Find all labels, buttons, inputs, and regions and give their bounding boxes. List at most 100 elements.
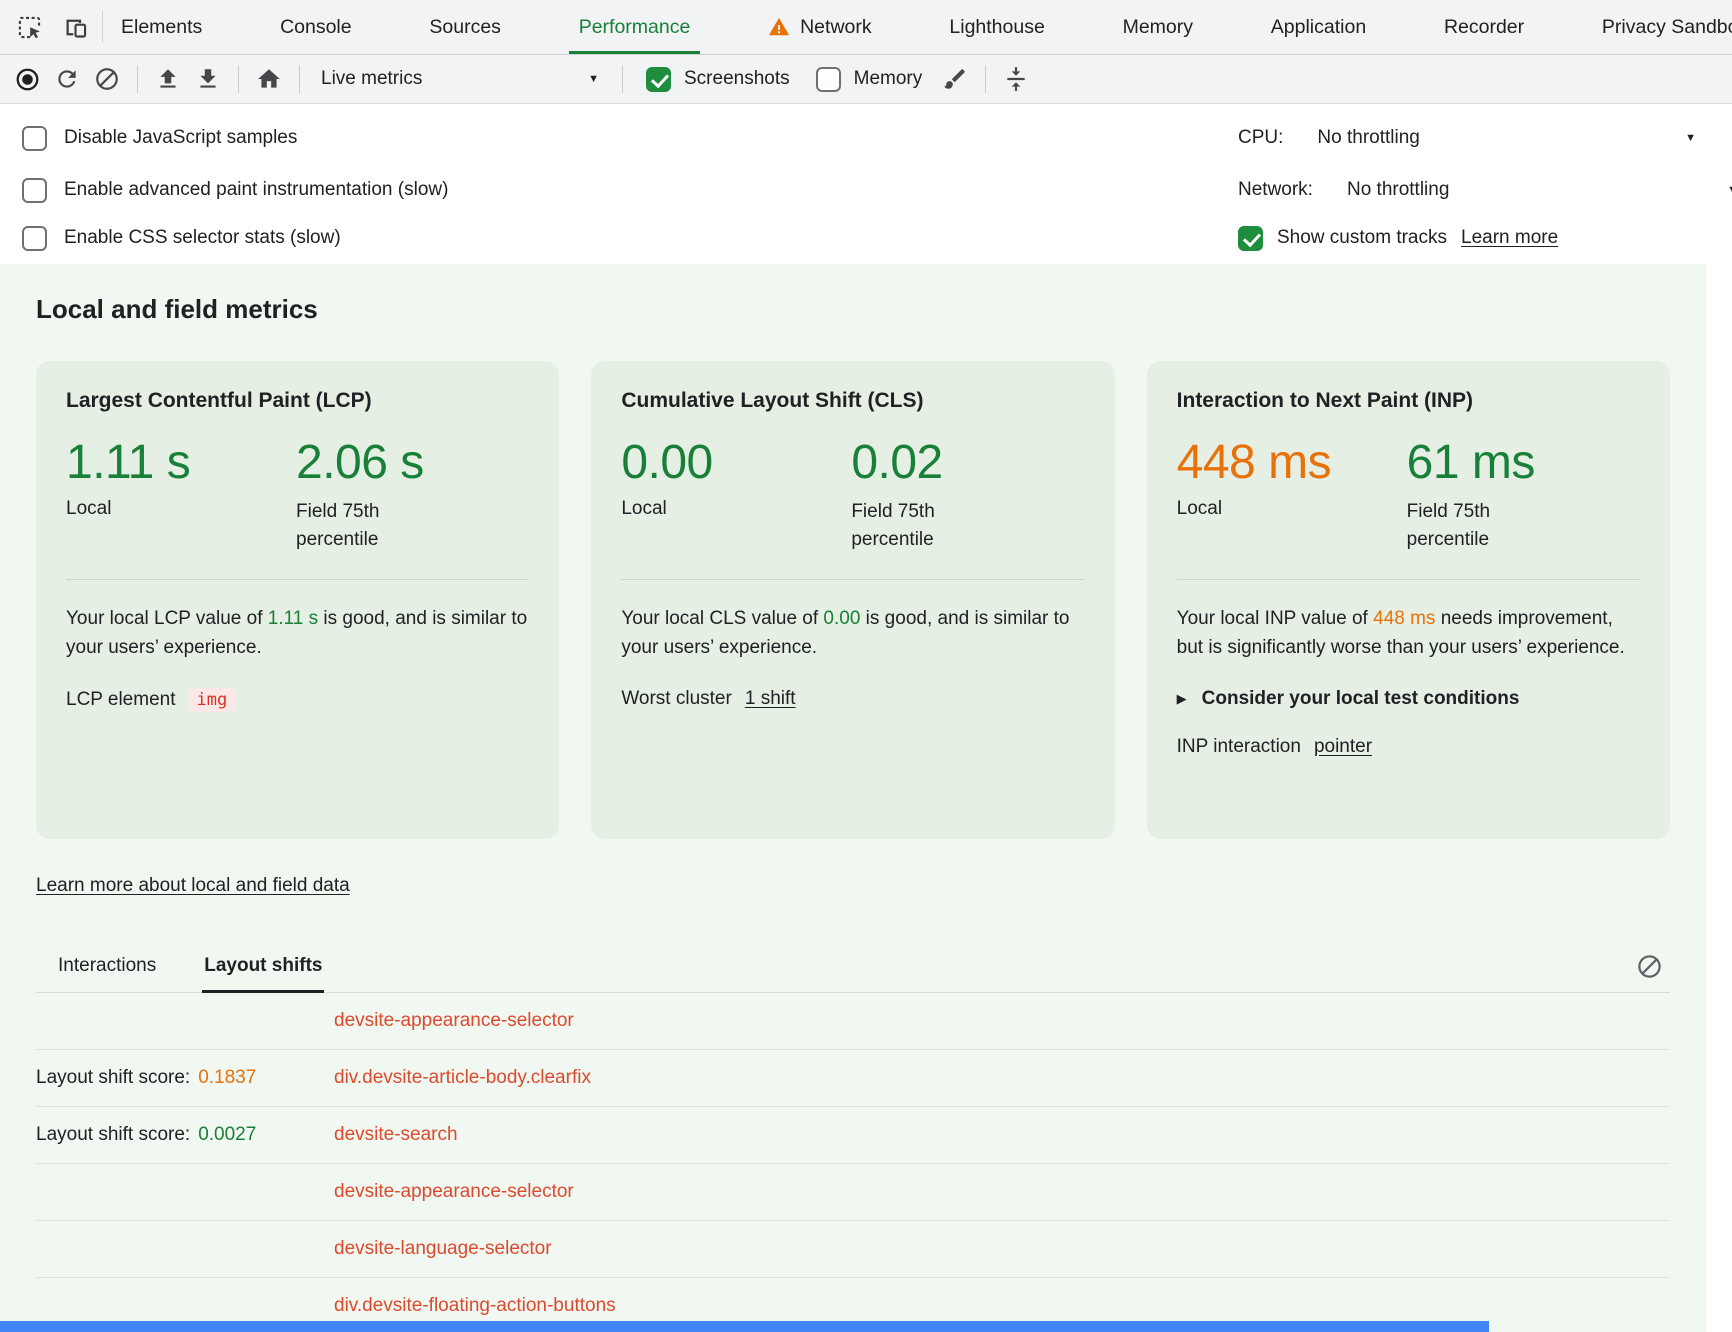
worst-cluster-row: Worst cluster 1 shift (621, 688, 1084, 710)
cls-description: Your local CLS value of 0.00 is good, an… (621, 604, 1084, 662)
tab-label: Recorder (1444, 16, 1524, 39)
screenshots-label: Screenshots (684, 68, 790, 90)
record-button[interactable] (8, 60, 46, 98)
tab-recorder[interactable]: Recorder (1434, 0, 1534, 54)
tab-label: Sources (429, 16, 501, 39)
tab-interactions[interactable]: Interactions (56, 955, 158, 992)
disable-js-samples-checkbox[interactable]: Disable JavaScript samples (22, 112, 448, 164)
tab-performance[interactable]: Performance (569, 0, 701, 54)
device-toolbar-icon (62, 14, 89, 41)
clear-log-button[interactable] (1630, 947, 1668, 985)
memory-checkbox[interactable]: Memory (804, 67, 935, 92)
tabbar-left-icons (10, 0, 102, 54)
tab-label: Interactions (58, 955, 156, 976)
divider (238, 65, 239, 93)
local-test-conditions-expander[interactable]: ▶ Consider your local test conditions (1177, 688, 1640, 710)
divider (137, 65, 138, 93)
cls-field-value: 0.02 (851, 439, 1084, 488)
node-link[interactable]: div.devsite-article-body.clearfix (334, 1067, 591, 1089)
node-link[interactable]: devsite-appearance-selector (334, 1181, 574, 1203)
throttling-column: CPU: No throttling ▼ Network: No throttl… (1238, 112, 1696, 260)
cpu-value: No throttling (1317, 127, 1419, 149)
description-text: Your local INP value of (1177, 608, 1373, 629)
page-title: Local and field metrics (36, 294, 1670, 325)
css-selector-stats-checkbox[interactable]: Enable CSS selector stats (slow) (22, 216, 448, 260)
inspect-element-button[interactable] (10, 8, 48, 46)
tab-label: Memory (1123, 16, 1193, 39)
reload-icon (54, 66, 80, 92)
tab-lighthouse[interactable]: Lighthouse (939, 0, 1054, 54)
node-link[interactable]: devsite-appearance-selector (334, 1010, 574, 1032)
layout-shift-row: Layout shift score: 0.1837 div.devsite-ar… (36, 1050, 1670, 1107)
inp-interaction-link[interactable]: pointer (1314, 736, 1372, 758)
score-cell: Layout shift score: 0.1837 (36, 1067, 334, 1089)
layout-shift-rows: devsite-appearance-selector Layout shift… (36, 993, 1670, 1332)
chevron-down-icon: ▼ (588, 74, 599, 85)
performance-toolbar: Live metrics ▼ Screenshots Memory (0, 55, 1732, 104)
lcp-element-node-link[interactable]: img (189, 688, 236, 712)
learn-more-link[interactable]: Learn more (1461, 227, 1558, 249)
tab-elements[interactable]: Elements (111, 0, 212, 54)
disclosure-triangle-icon: ▶ (1177, 692, 1187, 705)
worst-cluster-label: Worst cluster (621, 688, 732, 710)
checkbox-checked-icon (646, 67, 671, 92)
live-metrics-select[interactable]: Live metrics ▼ (311, 63, 611, 95)
garbage-collect-button[interactable] (936, 60, 974, 98)
load-profile-button[interactable] (149, 60, 187, 98)
lcp-element-label: LCP element (66, 689, 176, 711)
tab-network[interactable]: Network (758, 0, 882, 54)
field-label: Field 75th percentile (296, 498, 424, 555)
devtools-tab-strip: Elements Console Sources Performance Net… (111, 0, 1732, 54)
local-value-column: 448 ms Local (1177, 439, 1407, 555)
tab-sources[interactable]: Sources (419, 0, 511, 54)
record-icon (14, 66, 41, 93)
layout-shift-row: devsite-language-selector (36, 1221, 1670, 1278)
local-field-data-learn-more-link[interactable]: Learn more about local and field data (36, 875, 350, 897)
divider (621, 579, 1084, 580)
tab-layout-shifts[interactable]: Layout shifts (202, 955, 324, 992)
network-throttling-select[interactable]: Network: No throttling ▼ (1238, 164, 1696, 216)
score-value: 0.0027 (198, 1124, 256, 1145)
clear-recordings-button[interactable] (88, 60, 126, 98)
worst-cluster-link[interactable]: 1 shift (745, 688, 796, 710)
metric-values: 1.11 s Local 2.06 s Field 75th percentil… (66, 439, 529, 555)
layout-shift-row: Layout shift score:0.0027 devsite-search (36, 1107, 1670, 1164)
tab-memory[interactable]: Memory (1113, 0, 1203, 54)
lcp-description: Your local LCP value of 1.11 s is good, … (66, 604, 529, 662)
home-icon (256, 66, 282, 92)
inp-card: Interaction to Next Paint (INP) 448 ms L… (1147, 361, 1670, 839)
lcp-field-value: 2.06 s (296, 439, 529, 488)
description-value: 448 ms (1373, 608, 1435, 629)
screenshots-checkbox[interactable]: Screenshots (634, 67, 802, 92)
devtools-window: Elements Console Sources Performance Net… (0, 0, 1732, 1332)
tab-application[interactable]: Application (1261, 0, 1376, 54)
score-label: Layout shift score: (36, 1067, 190, 1088)
home-button[interactable] (250, 60, 288, 98)
field-value-column: 61 ms Field 75th percentile (1407, 439, 1640, 555)
checkbox-checked-icon[interactable] (1238, 226, 1263, 251)
tab-label: Layout shifts (204, 955, 322, 976)
device-toolbar-button[interactable] (56, 8, 94, 46)
tab-label: Elements (121, 16, 202, 39)
node-link[interactable]: div.devsite-floating-action-buttons (334, 1295, 616, 1317)
field-value-column: 2.06 s Field 75th percentile (296, 439, 529, 555)
metric-values: 0.00 Local 0.02 Field 75th percentile (621, 439, 1084, 555)
tab-console[interactable]: Console (270, 0, 362, 54)
checkbox-unchecked-icon (816, 67, 841, 92)
score-value: 0.1837 (198, 1067, 256, 1088)
collapse-tracks-button[interactable] (997, 60, 1035, 98)
tab-label: Application (1271, 16, 1366, 39)
node-link[interactable]: devsite-language-selector (334, 1238, 552, 1260)
cpu-throttling-select[interactable]: CPU: No throttling ▼ (1238, 112, 1696, 164)
save-profile-button[interactable] (189, 60, 227, 98)
tab-privacy-sandbox[interactable]: Privacy Sandbox (1592, 0, 1732, 54)
node-link[interactable]: devsite-search (334, 1124, 458, 1146)
network-value: No throttling (1347, 179, 1449, 201)
live-metrics-pane: Local and field metrics Largest Contentf… (0, 264, 1706, 1332)
advanced-paint-instrumentation-checkbox[interactable]: Enable advanced paint instrumentation (s… (22, 164, 448, 216)
bottom-blue-bar (0, 1321, 1489, 1332)
reload-and-record-button[interactable] (48, 60, 86, 98)
tab-label: Lighthouse (949, 16, 1044, 39)
inp-interaction-label: INP interaction (1177, 736, 1301, 758)
layout-shift-row: devsite-appearance-selector (36, 993, 1670, 1050)
